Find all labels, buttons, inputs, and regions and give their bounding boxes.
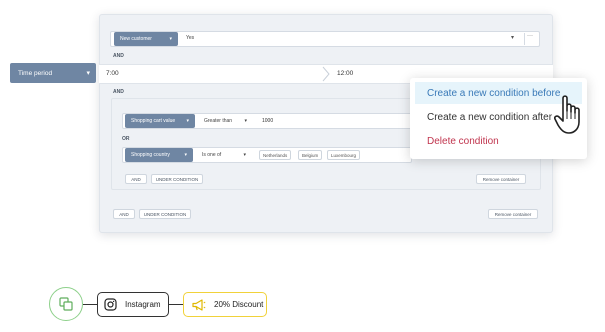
chevron-down-icon[interactable]: ▾: [511, 34, 514, 41]
tag-belgium[interactable]: Belgium: [298, 150, 323, 160]
time-period-label: Time period: [18, 69, 53, 77]
operator-label-2: Is one of: [202, 152, 222, 158]
condition-value[interactable]: Yes: [186, 35, 194, 41]
group-field-select-2[interactable]: Shopping country ▾: [125, 148, 193, 162]
and-button[interactable]: AND: [125, 174, 147, 184]
flow-node-label: 20% Discount: [214, 300, 264, 309]
instagram-icon: [104, 298, 117, 311]
operator-label: Greater than: [204, 118, 233, 124]
condition-field-label: New customer: [120, 36, 152, 42]
flow-start-node[interactable]: [49, 287, 83, 321]
flow-connector: [83, 304, 97, 305]
chevron-right-icon: [322, 66, 330, 82]
operator-select[interactable]: Greater than ▾: [198, 114, 253, 128]
group-field-select[interactable]: Shopping cart value ▾: [125, 114, 195, 128]
copy-icon: [59, 297, 73, 311]
and-label: AND: [113, 53, 124, 59]
chevron-down-icon: ▾: [86, 70, 90, 77]
flow-node-discount[interactable]: 20% Discount: [183, 292, 267, 317]
chevron-down-icon: ▾: [243, 152, 246, 158]
tag-netherlands[interactable]: Netherlands: [259, 150, 292, 160]
value-input[interactable]: 1000: [262, 118, 273, 124]
flow-node-label: Instagram: [125, 300, 161, 309]
and-button[interactable]: AND: [113, 209, 135, 219]
more-options-button[interactable]: ···: [524, 33, 536, 45]
tag-luxembourg[interactable]: Luxembourg: [327, 150, 361, 160]
under-condition-button[interactable]: UNDER CONDITION: [151, 174, 203, 184]
and-label: AND: [113, 89, 124, 95]
chevron-down-icon: ▾: [186, 118, 189, 124]
hand-cursor-icon: [554, 95, 580, 134]
group-field-label: Shopping cart value: [131, 118, 176, 124]
chevron-down-icon: ▾: [169, 36, 172, 42]
condition-field-select[interactable]: New customer ▾: [114, 32, 178, 46]
remove-container-button[interactable]: Remove container: [476, 174, 526, 184]
chevron-down-icon: ▾: [244, 118, 247, 124]
flow-connector: [169, 304, 183, 305]
chevron-down-icon: ▾: [184, 152, 187, 158]
time-from-input[interactable]: 7:00: [106, 70, 119, 77]
or-label: OR: [122, 136, 130, 142]
operator-select-2[interactable]: Is one of ▾: [196, 148, 252, 162]
time-period-select[interactable]: Time period ▾: [10, 63, 96, 83]
time-to-input[interactable]: 12:00: [337, 70, 353, 77]
group-field-label-2: Shopping country: [131, 152, 170, 158]
megaphone-icon: [192, 298, 206, 311]
under-condition-button[interactable]: UNDER CONDITION: [139, 209, 191, 219]
remove-container-button[interactable]: Remove container: [488, 209, 538, 219]
flow-node-instagram[interactable]: Instagram: [97, 292, 169, 317]
